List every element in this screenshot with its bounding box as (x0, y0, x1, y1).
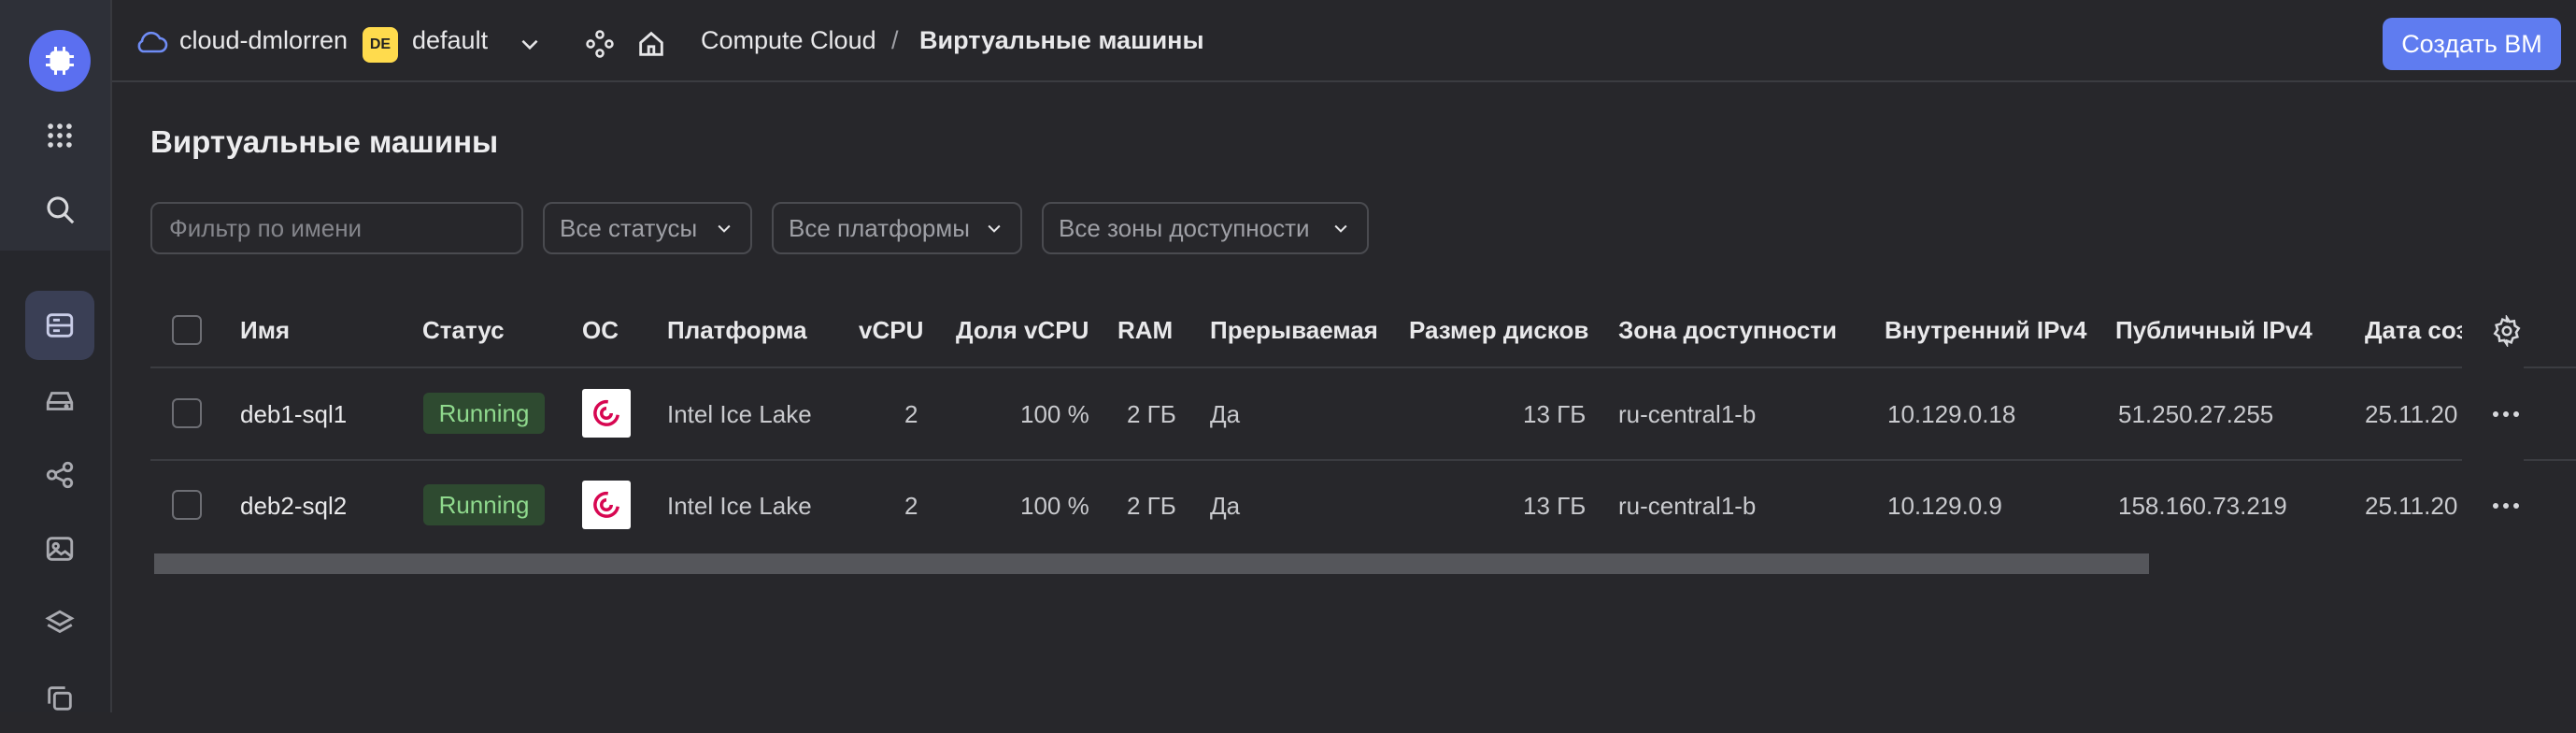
internal-ip-cell: 10.129.0.18 (1887, 400, 2016, 428)
image-icon[interactable] (25, 514, 94, 583)
vcpu-share-cell: 100 % (1020, 492, 1089, 520)
copy-icon[interactable] (25, 664, 94, 733)
vm-name[interactable]: deb1-sql1 (240, 400, 347, 429)
status-filter-select[interactable]: Все статусы (543, 202, 752, 254)
column-header-vcpu-share[interactable]: Доля vCPU (956, 316, 1089, 345)
search-icon[interactable] (25, 175, 94, 244)
public-ip-cell: 158.160.73.219 (2118, 492, 2287, 520)
platform-filter-value: Все платформы (789, 213, 970, 242)
status-badge: Running (423, 393, 545, 434)
row-checkbox[interactable] (172, 398, 202, 428)
column-header-internal-ip[interactable]: Внутренний IPv4 (1885, 316, 2086, 345)
disk-icon[interactable] (25, 366, 94, 436)
platform-cell: Intel Ice Lake (667, 400, 812, 428)
debian-logo-icon (582, 481, 631, 529)
column-header-name[interactable]: Имя (240, 316, 290, 345)
column-header-disk-size[interactable]: Размер дисков (1409, 316, 1588, 345)
column-header-created[interactable]: Дата соз (2365, 316, 2468, 345)
settings-gear-icon[interactable] (2491, 313, 2523, 352)
column-header-preemptible[interactable]: Прерываемая (1210, 316, 1378, 345)
create-vm-button[interactable]: Создать ВМ (2383, 18, 2561, 70)
header-divider (150, 366, 2576, 368)
column-header-zone[interactable]: Зона доступности (1618, 316, 1837, 345)
zone-filter-value: Все зоны доступности (1059, 213, 1310, 242)
cloud-icon (135, 28, 168, 61)
zone-filter-select[interactable]: Все зоны доступности (1042, 202, 1369, 254)
column-header-status[interactable]: Статус (422, 316, 505, 345)
folder-badge: DE (363, 27, 398, 63)
apps-grid-icon[interactable] (25, 101, 94, 170)
disk-size-cell: 13 ГБ (1523, 400, 1587, 428)
platform-cell: Intel Ice Lake (667, 492, 812, 520)
zone-cell: ru-central1-b (1618, 400, 1757, 428)
created-cell: 25.11.20 (2365, 400, 2458, 428)
layers-icon[interactable] (25, 589, 94, 658)
preemptible-cell: Да (1210, 492, 1241, 520)
more-dots-icon[interactable] (2490, 407, 2522, 426)
preemptible-cell: Да (1210, 400, 1241, 428)
folder-name[interactable]: default (412, 26, 488, 55)
internal-ip-cell: 10.129.0.9 (1887, 492, 2002, 520)
status-badge: Running (423, 484, 545, 525)
chevron-down-icon (988, 224, 1001, 233)
row-checkbox[interactable] (172, 490, 202, 520)
chevron-down-icon (1334, 224, 1347, 233)
zone-cell: ru-central1-b (1618, 492, 1757, 520)
name-filter-input[interactable] (150, 202, 523, 254)
breadcrumb-service[interactable]: Compute Cloud (701, 26, 876, 55)
column-header-os[interactable]: ОС (582, 316, 619, 345)
top-header: cloud-dmlorren DE default Compute Cloud … (112, 0, 2576, 82)
breadcrumb-separator: / (891, 26, 899, 54)
status-filter-value: Все статусы (560, 213, 698, 242)
cloud-name[interactable]: cloud-dmlorren (179, 26, 348, 55)
public-ip-cell: 51.250.27.255 (2118, 400, 2274, 428)
column-header-vcpu[interactable]: vCPU (859, 316, 923, 345)
more-dots-icon[interactable] (2490, 498, 2522, 518)
column-header-platform[interactable]: Платформа (667, 316, 807, 345)
vcpu-share-cell: 100 % (1020, 400, 1089, 428)
row-divider (150, 459, 2576, 461)
breadcrumb-current: Виртуальные машины (919, 26, 1204, 54)
server-icon[interactable] (25, 291, 94, 360)
page-title: Виртуальные машины (150, 124, 499, 159)
debian-logo-icon (582, 389, 631, 438)
column-header-public-ip[interactable]: Публичный IPv4 (2115, 316, 2313, 345)
vcpu-cell: 2 (904, 400, 918, 428)
horizontal-scrollbar[interactable] (154, 553, 2149, 574)
vm-name[interactable]: deb2-sql2 (240, 492, 347, 521)
select-all-checkbox[interactable] (172, 315, 202, 345)
chevron-down-icon (718, 224, 731, 233)
created-cell: 25.11.20 (2365, 492, 2458, 520)
home-icon[interactable] (635, 28, 667, 65)
column-header-ram[interactable]: RAM (1117, 316, 1173, 345)
chevron-down-icon[interactable] (516, 32, 544, 61)
vcpu-cell: 2 (904, 492, 918, 520)
platform-filter-select[interactable]: Все платформы (772, 202, 1022, 254)
nodes-icon[interactable] (584, 28, 616, 65)
share-nodes-icon[interactable] (25, 440, 94, 510)
disk-size-cell: 13 ГБ (1523, 492, 1587, 520)
ram-cell: 2 ГБ (1127, 400, 1176, 428)
compute-chip-icon[interactable] (29, 30, 91, 92)
left-rail (0, 0, 112, 712)
ram-cell: 2 ГБ (1127, 492, 1176, 520)
